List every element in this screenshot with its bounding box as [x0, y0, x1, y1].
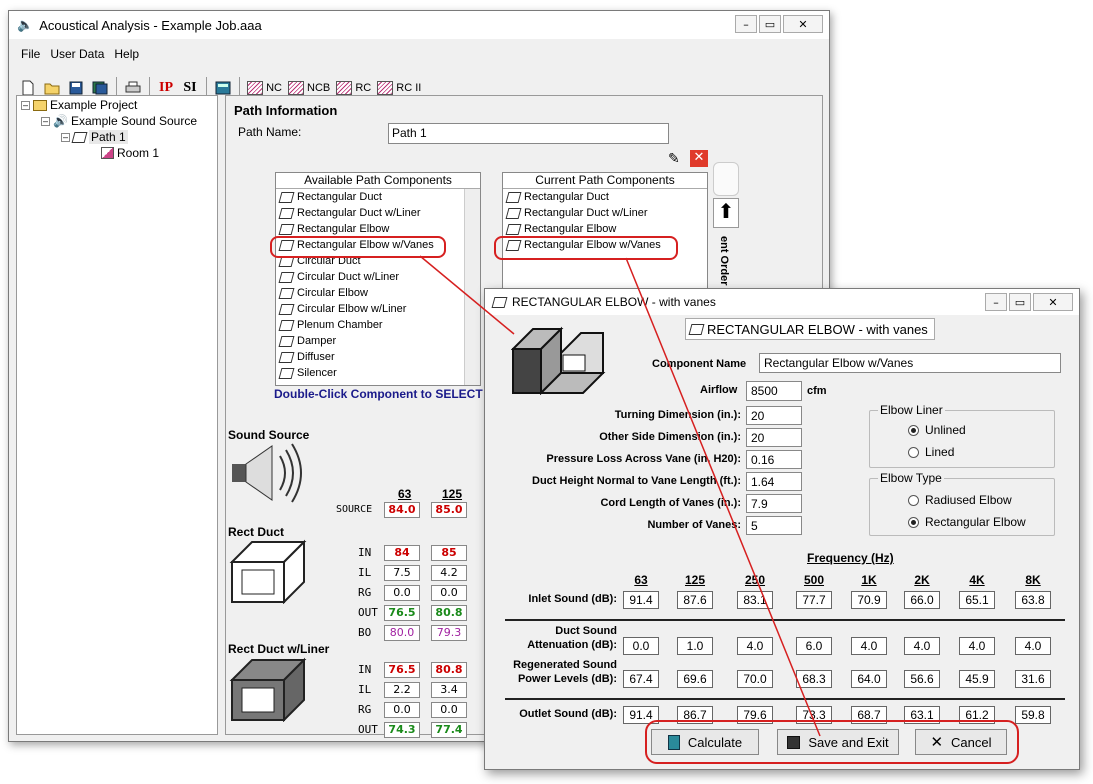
annotation-line-available — [419, 255, 515, 335]
annotation-lines — [419, 255, 821, 737]
annotation-line-current — [625, 257, 821, 737]
